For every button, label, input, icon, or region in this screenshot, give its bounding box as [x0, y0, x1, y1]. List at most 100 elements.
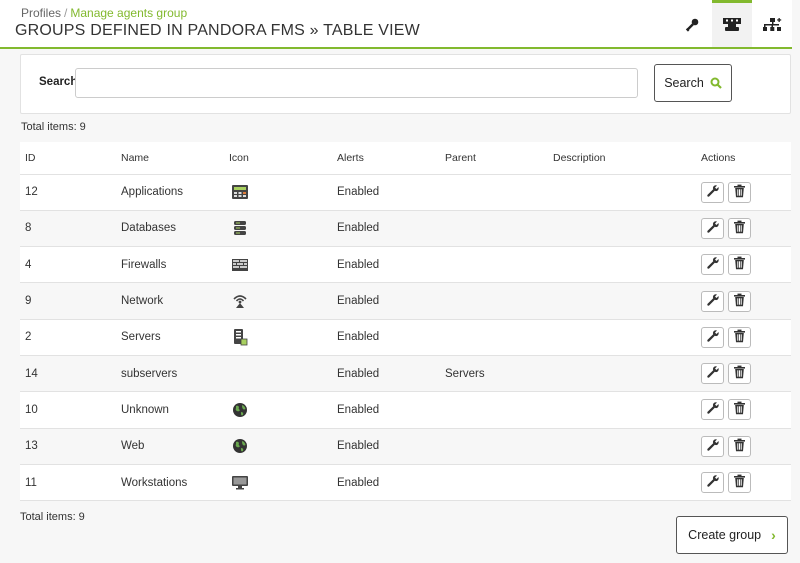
header-name[interactable]: Name [116, 142, 224, 175]
cell-alerts: Enabled [332, 282, 440, 320]
wrench-icon [706, 365, 720, 382]
trash-icon [733, 474, 746, 491]
delete-button[interactable] [728, 254, 751, 276]
delete-button[interactable] [728, 435, 751, 457]
cell-description [548, 319, 696, 356]
tab-tree-view[interactable] [752, 0, 792, 47]
tree-view-icon [763, 18, 782, 31]
cell-actions [696, 174, 791, 211]
edit-button[interactable] [701, 254, 724, 276]
cell-parent [440, 174, 548, 211]
server-icon [229, 328, 332, 346]
cell-actions [696, 319, 791, 356]
cell-name[interactable]: Applications [116, 174, 224, 211]
cell-name[interactable]: Databases [116, 210, 224, 248]
create-group-label: Create group [688, 528, 762, 542]
table-row: 13 Web Enabled [20, 428, 791, 465]
trash-icon [733, 438, 746, 455]
delete-button[interactable] [728, 181, 751, 203]
cell-id: 2 [20, 319, 116, 356]
cell-name[interactable]: Unknown [116, 391, 224, 429]
workstation-icon [229, 475, 332, 491]
cell-icon [224, 210, 332, 248]
header-parent: Parent [440, 142, 548, 175]
tab-key[interactable] [672, 0, 712, 47]
delete-button[interactable] [728, 326, 751, 348]
cell-description [548, 282, 696, 320]
cell-icon [224, 355, 332, 393]
cell-icon [224, 319, 332, 356]
cell-id: 11 [20, 464, 116, 502]
edit-button[interactable] [701, 399, 724, 421]
wrench-icon [706, 329, 720, 346]
breadcrumb: Profiles / Manage agents group [21, 6, 187, 20]
header-description: Description [548, 142, 696, 175]
cell-alerts: Enabled [332, 246, 440, 284]
edit-button[interactable] [701, 217, 724, 239]
table-row: 11 Workstations Enabled [20, 464, 791, 502]
cell-name[interactable]: Network [116, 282, 224, 320]
cell-id: 13 [20, 428, 116, 465]
cell-description [548, 464, 696, 502]
table-row: 4 Firewalls Enabled [20, 246, 791, 284]
cell-parent [440, 210, 548, 248]
cell-description [548, 391, 696, 429]
delete-button[interactable] [728, 472, 751, 494]
cell-name[interactable]: Workstations [116, 464, 224, 502]
delete-button[interactable] [728, 363, 751, 385]
cell-name[interactable]: Servers [116, 319, 224, 356]
create-group-button[interactable]: Create group › [676, 516, 788, 554]
wrench-icon [706, 256, 720, 273]
delete-button[interactable] [728, 290, 751, 312]
delete-button[interactable] [728, 399, 751, 421]
cell-id: 12 [20, 174, 116, 211]
cell-description [548, 246, 696, 284]
edit-button[interactable] [701, 326, 724, 348]
total-items-top: Total items: 9 [21, 121, 86, 133]
header-icon: Icon [224, 142, 332, 175]
cell-name[interactable]: Firewalls [116, 246, 224, 284]
cell-parent [440, 246, 548, 284]
edit-button[interactable] [701, 290, 724, 312]
cell-alerts: Enabled [332, 355, 440, 393]
wrench-icon [706, 401, 720, 418]
breadcrumb-manage-agents-group[interactable]: Manage agents group [70, 6, 187, 20]
cell-description [548, 210, 696, 248]
wrench-icon [706, 438, 720, 455]
cell-parent: Servers [440, 355, 548, 393]
applications-icon [229, 184, 332, 200]
trash-icon [733, 220, 746, 237]
search-label: Search [39, 76, 78, 88]
cell-actions [696, 428, 791, 465]
header-alerts: Alerts [332, 142, 440, 175]
cell-icon [224, 464, 332, 502]
tab-table-view[interactable] [712, 0, 752, 47]
header-id[interactable]: ID [20, 142, 116, 175]
table-row: 14 subservers Enabled Servers [20, 355, 791, 393]
edit-button[interactable] [701, 472, 724, 494]
search-input[interactable] [75, 68, 638, 98]
breadcrumb-profiles[interactable]: Profiles [21, 6, 61, 20]
chevron-right-icon: › [771, 527, 776, 543]
delete-button[interactable] [728, 217, 751, 239]
edit-button[interactable] [701, 435, 724, 457]
cell-parent [440, 464, 548, 502]
trash-icon [733, 329, 746, 346]
cell-alerts: Enabled [332, 210, 440, 248]
cell-name[interactable]: Web [116, 428, 224, 465]
cell-description [548, 355, 696, 393]
search-button[interactable]: Search [654, 64, 732, 102]
cell-alerts: Enabled [332, 391, 440, 429]
edit-button[interactable] [701, 181, 724, 203]
cell-actions [696, 391, 791, 429]
cell-actions [696, 246, 791, 284]
table-row: 8 Databases Enabled [20, 210, 791, 248]
cell-parent [440, 319, 548, 356]
cell-description [548, 428, 696, 465]
header-tabs [672, 0, 792, 47]
cell-alerts: Enabled [332, 428, 440, 465]
cell-name[interactable]: subservers [116, 355, 224, 393]
header-actions: Actions [696, 142, 791, 175]
wrench-icon [706, 184, 720, 201]
edit-button[interactable] [701, 363, 724, 385]
